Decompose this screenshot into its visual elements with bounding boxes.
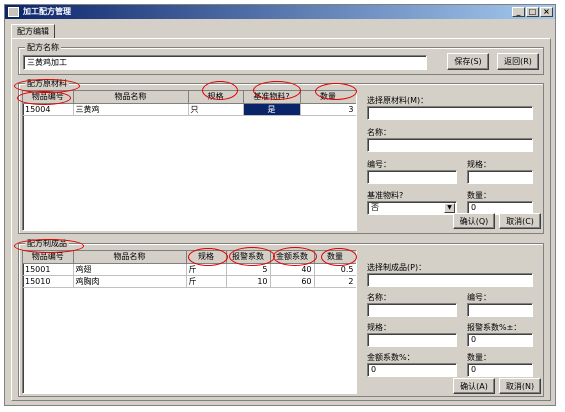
column-header-alarm[interactable]: 报警系数 [226,251,271,264]
tab-panel: 配方名称 三黄鸡加工 保存(S) 返回(R) 配方原材料 物品编号 物品名称 规… [11,38,551,401]
recipe-name-group: 配方名称 三黄鸡加工 保存(S) 返回(R) [18,42,544,75]
column-header-spec[interactable]: 规格 [188,91,244,104]
table-row[interactable]: 15004 三黄鸡 只 是 3 [23,103,356,116]
cell-spec[interactable]: 只 [188,103,244,116]
cell-qty[interactable]: 2 [314,275,356,288]
materials-group: 配方原材料 物品编号 物品名称 规格 基准物料? 数量 15004 三黄鸡 只 … [18,78,544,234]
base-material-label: 基准物料? [367,191,404,200]
column-header-base[interactable]: 基准物料? [243,91,301,104]
cell-base[interactable]: 是 [243,103,301,116]
material-spec-input[interactable] [467,170,533,184]
tab-recipe-edit[interactable]: 配方编辑 [11,24,55,39]
column-header-qty[interactable]: 数量 [314,251,356,264]
product-spec-input[interactable] [367,333,457,347]
products-form: 选择制成品(P)： 名称： 编号： 规格： 报警系数%±： 0 金额系数%： 0… [363,250,541,394]
cell-alarm[interactable]: 5 [226,263,271,276]
save-button[interactable]: 保存(S) [447,53,489,70]
alarm-coef-label: 报警系数%±： [467,323,522,332]
material-code-input[interactable] [367,170,457,184]
material-qty-label: 数量： [467,191,491,200]
material-cancel-button[interactable]: 取消(C) [499,213,541,229]
close-button[interactable]: × [540,7,553,17]
column-header-code[interactable]: 物品编号 [23,91,74,104]
column-header-name[interactable]: 物品名称 [73,251,187,264]
cell-alarm[interactable]: 10 [226,275,271,288]
product-qty-input[interactable]: 0 [467,363,533,377]
materials-group-label: 配方原材料 [25,78,69,89]
amount-coef-input[interactable]: 0 [367,363,457,377]
cell-code[interactable]: 15004 [23,103,74,116]
select-material-label: 选择原材料(M)： [367,96,429,105]
products-group: 配方制成品 物品编号 物品名称 规格 报警系数 金额系数 数量 15001 鸡翅… [18,238,544,397]
cell-spec[interactable]: 斤 [186,275,227,288]
product-code-label: 编号： [467,293,491,302]
minimize-button[interactable]: _ [512,7,525,17]
select-material-input[interactable] [367,106,533,120]
cell-name[interactable]: 鸡胸肉 [73,275,187,288]
column-header-code[interactable]: 物品编号 [23,251,74,264]
product-name-input[interactable] [367,303,457,317]
recipe-name-group-label: 配方名称 [25,42,61,53]
materials-table[interactable]: 物品编号 物品名称 规格 基准物料? 数量 15004 三黄鸡 只 是 3 [22,90,357,231]
table-row[interactable]: 15010 鸡胸肉 斤 10 60 2 [23,275,356,288]
amount-coef-label: 金额系数%： [367,353,415,362]
product-code-input[interactable] [467,303,533,317]
products-table[interactable]: 物品编号 物品名称 规格 报警系数 金额系数 数量 15001 鸡翅 斤 5 4… [22,250,357,394]
product-ok-button[interactable]: 确认(A) [453,378,495,394]
cell-name[interactable]: 鸡翅 [73,263,187,276]
app-icon [8,7,19,17]
recipe-name-input[interactable]: 三黄鸡加工 [23,55,427,70]
table-row[interactable]: 15001 鸡翅 斤 5 40 0.5 [23,263,356,276]
material-name-input[interactable] [367,138,533,152]
cell-code[interactable]: 15001 [23,263,74,276]
material-name-label: 名称： [367,128,391,137]
chevron-down-icon[interactable]: ▼ [444,203,455,213]
cell-amount[interactable]: 40 [270,263,315,276]
column-header-qty[interactable]: 数量 [300,91,356,104]
app-window: 加工配方管理 _ □ × 配方编辑 配方名称 三黄鸡加工 保存(S) 返回(R)… [4,4,556,406]
product-name-label: 名称： [367,293,391,302]
cell-spec[interactable]: 斤 [186,263,227,276]
maximize-button[interactable]: □ [526,7,539,17]
cell-qty[interactable]: 3 [300,103,356,116]
column-header-amount[interactable]: 金额系数 [270,251,315,264]
products-group-label: 配方制成品 [25,238,69,249]
material-spec-label: 规格： [467,160,491,169]
cell-code[interactable]: 15010 [23,275,74,288]
window-title: 加工配方管理 [23,7,71,16]
column-header-spec[interactable]: 规格 [186,251,227,264]
material-code-label: 编号： [367,160,391,169]
product-qty-label: 数量： [467,353,491,362]
cell-amount[interactable]: 60 [270,275,315,288]
cell-name[interactable]: 三黄鸡 [73,103,189,116]
alarm-coef-input[interactable]: 0 [467,333,533,347]
product-cancel-button[interactable]: 取消(N) [499,378,541,394]
title-bar[interactable]: 加工配方管理 _ □ × [5,5,555,19]
materials-form: 选择原材料(M)： 名称： 编号： 规格： 基准物料? 否 ▼ 数量： 0 [363,90,541,231]
cell-qty[interactable]: 0.5 [314,263,356,276]
product-spec-label: 规格： [367,323,391,332]
back-button[interactable]: 返回(R) [497,53,539,70]
base-material-select[interactable]: 否 ▼ [367,201,457,215]
column-header-name[interactable]: 物品名称 [73,91,189,104]
select-product-input[interactable] [367,273,533,287]
material-ok-button[interactable]: 确认(Q) [453,213,495,229]
select-product-label: 选择制成品(P)： [367,263,427,272]
base-material-value: 否 [371,203,379,212]
